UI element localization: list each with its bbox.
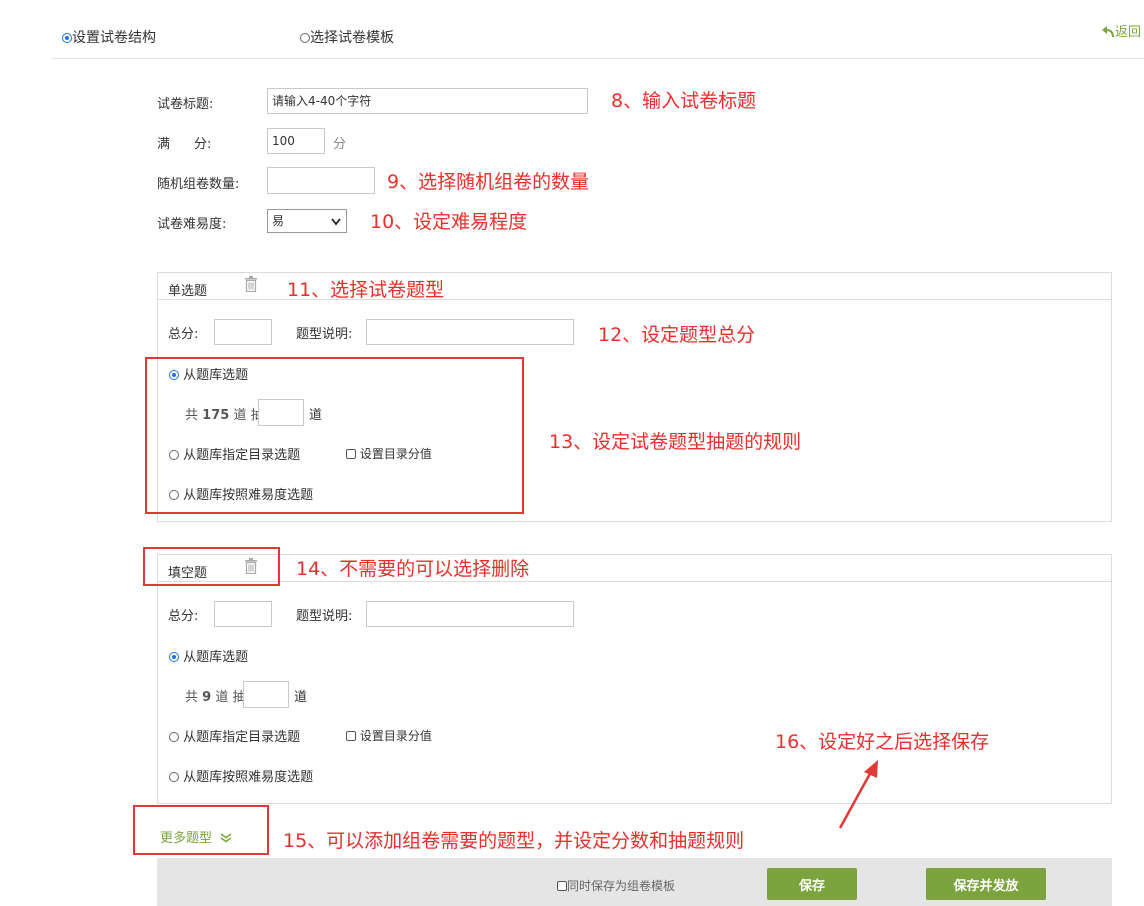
type-desc-label: 题型说明: (296, 327, 353, 342)
red-arrow-icon (838, 760, 878, 829)
difficulty-select[interactable]: 易 (267, 209, 347, 233)
annotation-15: 15、可以添加组卷需要的题型，并设定分数和抽题规则 (283, 830, 745, 852)
total-score-label: 总分: (168, 327, 199, 342)
checkbox-box[interactable] (557, 881, 567, 891)
annotation-10: 10、设定难易程度 (370, 211, 528, 233)
annotation-13: 13、设定试卷题型抽题的规则 (549, 431, 802, 453)
radio-dot[interactable] (300, 33, 310, 43)
annotation-11: 11、选择试卷题型 (287, 279, 445, 301)
radio-set-structure[interactable]: 设置试卷结构 (62, 27, 156, 47)
type-desc-input[interactable] (366, 601, 574, 627)
radio-dot-selected[interactable] (169, 652, 179, 662)
annotation-12: 12、设定题型总分 (598, 324, 756, 346)
total-score-input[interactable] (214, 601, 272, 627)
chevron-down-icon (331, 218, 341, 226)
random-count-label: 随机组卷数量: (157, 177, 240, 192)
option-by-difficulty[interactable]: 从题库按照难易度选题 (169, 766, 313, 785)
highlight-box-delete (143, 547, 280, 586)
question-count-row: 共 9 道 抽 (185, 690, 246, 705)
type-desc-input[interactable] (366, 319, 574, 345)
option-from-directory[interactable]: 从题库指定目录选题 (169, 726, 300, 745)
highlight-box-more (133, 805, 269, 855)
radio-select-template[interactable]: 选择试卷模板 (300, 27, 394, 47)
total-score-label: 总分: (168, 609, 199, 624)
random-count-input[interactable] (267, 167, 375, 194)
annotation-8: 8、输入试卷标题 (611, 90, 757, 112)
annotation-16: 16、设定好之后选择保存 (775, 731, 990, 753)
annotation-14: 14、不需要的可以选择删除 (296, 558, 530, 580)
trash-icon[interactable] (244, 276, 258, 292)
radio-dot[interactable] (169, 772, 179, 782)
type-desc-label: 题型说明: (296, 609, 353, 624)
score-input[interactable]: 100 (267, 128, 325, 154)
top-divider (52, 58, 1144, 59)
draw-count-input[interactable] (243, 681, 289, 708)
section-title: 单选题 (168, 284, 208, 299)
difficulty-label: 试卷难易度: (157, 217, 227, 232)
set-dir-score-checkbox[interactable]: 设置目录分值 (346, 727, 432, 744)
save-button[interactable]: 保存 (767, 868, 857, 900)
title-input[interactable]: 请输入4-40个字符 (267, 88, 588, 114)
back-arrow-icon (1102, 26, 1114, 38)
back-link[interactable]: 返回 (1101, 21, 1141, 40)
save-and-publish-button[interactable]: 保存并发放 (926, 868, 1046, 900)
annotation-9: 9、选择随机组卷的数量 (387, 171, 590, 193)
title-label: 试卷标题: (157, 97, 214, 112)
count-suffix: 道 (294, 690, 308, 705)
score-label: 满分: (157, 137, 212, 152)
radio-dot[interactable] (169, 732, 179, 742)
radio-dot-selected[interactable] (62, 33, 72, 43)
total-score-input[interactable] (214, 319, 272, 345)
highlight-box-rules (145, 357, 524, 514)
option-from-bank[interactable]: 从题库选题 (169, 646, 248, 665)
section-divider (158, 581, 1111, 582)
checkbox-box[interactable] (346, 731, 356, 741)
save-as-template-checkbox[interactable]: 同时保存为组卷模板 (557, 877, 675, 894)
score-unit: 分 (333, 137, 347, 152)
